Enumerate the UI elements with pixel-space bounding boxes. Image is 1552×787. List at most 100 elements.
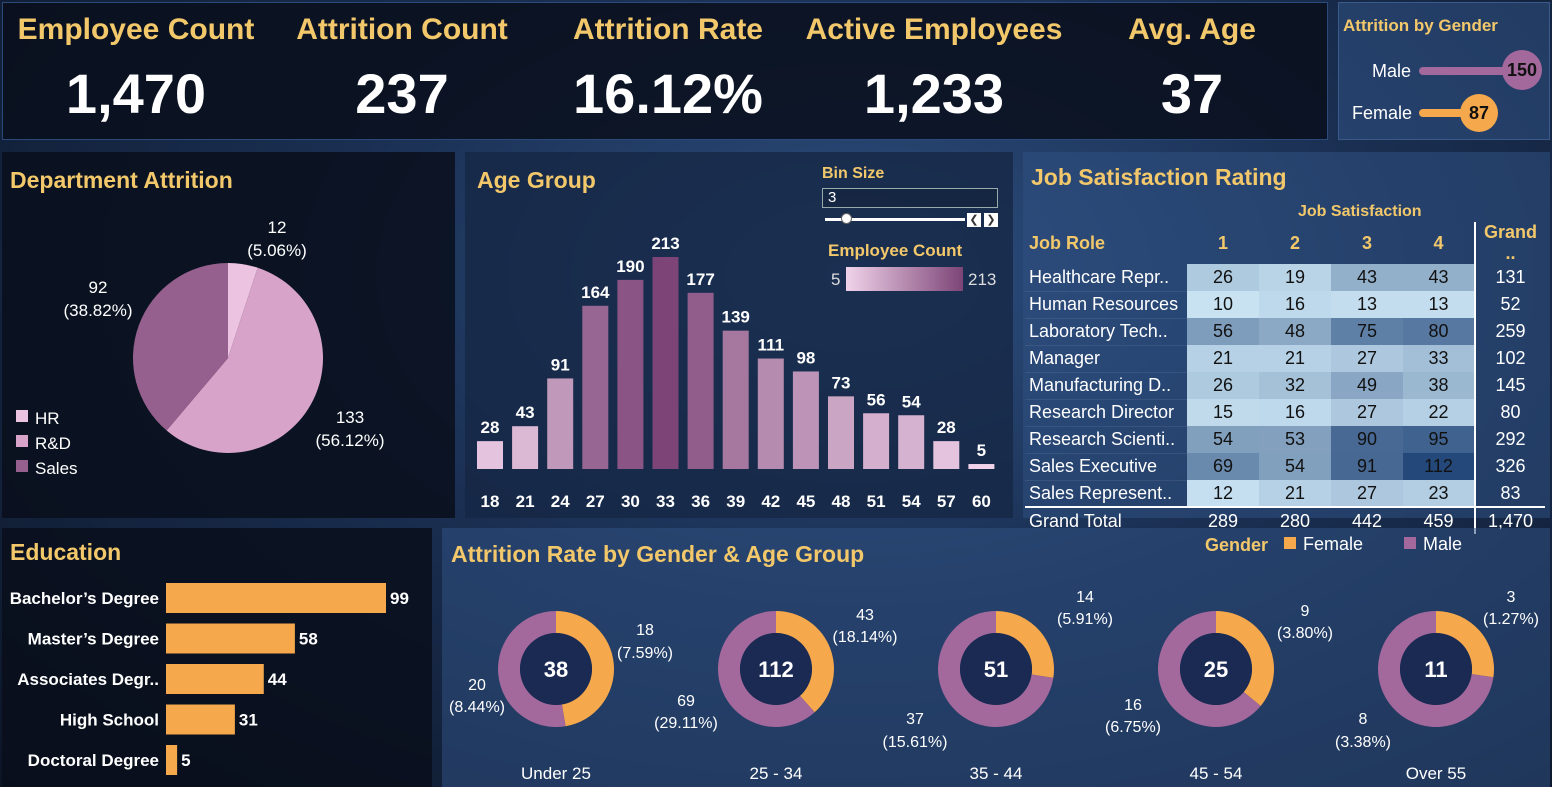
age-tick-label: 24 [551, 492, 570, 511]
kpi-label: Avg. Age [1128, 13, 1256, 46]
age-bar-value: 164 [581, 283, 610, 302]
age-bar-value: 5 [977, 441, 986, 460]
age-bar[interactable] [512, 426, 539, 469]
donut-female-pct: (1.27%) [1483, 611, 1539, 628]
table-row[interactable]: Manager 21 21 27 33 102 [1025, 345, 1545, 373]
education-bar[interactable] [166, 664, 264, 694]
education-category-label: Associates Degr.. [17, 670, 159, 689]
satisfaction-cell: 13 [1403, 291, 1475, 318]
gender-value-male: 150 [1506, 60, 1538, 80]
pie-label-rd-count: 133 [336, 408, 364, 427]
pie-slices [133, 263, 323, 453]
donut-male-count: 20 [468, 677, 486, 694]
satisfaction-cell: 32 [1259, 372, 1331, 399]
age-bar[interactable] [792, 371, 819, 469]
row-grand-total-cell: 52 [1474, 291, 1545, 318]
age-bar[interactable] [722, 330, 749, 469]
age-bar[interactable] [652, 257, 679, 469]
education-category-label: Master’s Degree [28, 630, 159, 649]
gender-label-female: Female [1352, 103, 1413, 123]
education-bar-value: 99 [390, 589, 409, 608]
gender-attrition-panel: Attrition by Gender Male 150 Female 87 [1338, 2, 1550, 140]
donut-female-count: 43 [856, 607, 874, 624]
age-group-label: Under 25 [521, 764, 591, 783]
satisfaction-cell: 22 [1403, 399, 1475, 426]
satisfaction-cell: 21 [1187, 345, 1259, 372]
education-bar[interactable] [166, 745, 178, 775]
age-tick-label: 57 [937, 492, 956, 511]
age-bar[interactable] [547, 378, 574, 469]
table-row[interactable]: Research Scienti.. 54 53 90 95 292 [1025, 426, 1545, 454]
row-grand-total-cell: 145 [1474, 372, 1545, 399]
table-row[interactable]: Healthcare Repr.. 26 19 43 43 131 [1025, 264, 1545, 292]
donut-female-count: 9 [1301, 603, 1310, 620]
job-role-cell: Laboratory Tech.. [1025, 318, 1187, 346]
age-tick-label: 27 [586, 492, 605, 511]
gender-value-female: 87 [1468, 103, 1490, 123]
age-tick-label: 45 [796, 492, 815, 511]
donut-total: 51 [984, 657, 1008, 682]
age-bar[interactable] [898, 415, 925, 469]
satisfaction-cell: 15 [1187, 399, 1259, 426]
donut-female-count: 3 [1507, 589, 1516, 606]
department-pie-chart: 12 (5.06%) 92 (38.82%) 133 (56.12%) HR R… [16, 218, 384, 478]
age-bar[interactable] [828, 396, 854, 469]
satisfaction-cell: 26 [1187, 264, 1259, 291]
age-tick-label: 30 [621, 492, 640, 511]
age-bar[interactable] [617, 279, 644, 469]
donuts: 3818(7.59%)20(8.44%)Under 2511243(18.14%… [449, 589, 1539, 783]
table-row[interactable]: Sales Executive 69 54 91 112 326 [1025, 453, 1545, 481]
donut-female-pct: (3.80%) [1277, 625, 1333, 642]
satisfaction-cell: 16 [1259, 399, 1331, 426]
donut-female-count: 18 [636, 622, 654, 639]
education-bar[interactable] [166, 704, 235, 735]
header-rating-4: 4 [1433, 232, 1444, 253]
table-row[interactable]: Sales Represent.. 12 21 27 23 83 [1025, 480, 1545, 508]
job-role-cell: Sales Executive [1025, 453, 1187, 481]
kpi-attrition-rate: Attrition Rate 16.12% [535, 3, 801, 126]
age-tick-label: 18 [481, 492, 500, 511]
header-rating-1: 1 [1217, 232, 1228, 253]
satisfaction-cell: 26 [1187, 372, 1259, 399]
table-row[interactable]: Manufacturing D.. 26 32 49 38 145 [1025, 372, 1545, 400]
age-bar[interactable] [757, 358, 784, 469]
education-bar[interactable] [166, 623, 295, 654]
donut-total: 25 [1204, 657, 1228, 682]
table-row[interactable]: Human Resources 10 16 13 13 52 [1025, 291, 1545, 319]
age-bar-value: 98 [796, 348, 815, 367]
age-bar[interactable] [582, 305, 609, 469]
satisfaction-cell: 38 [1403, 372, 1475, 399]
satisfaction-cell: 21 [1259, 480, 1331, 507]
legend-swatch-sales [16, 460, 28, 472]
kpi-value: 1,470 [65, 62, 207, 125]
row-grand-total-cell: 83 [1474, 480, 1545, 507]
table-row[interactable]: Research Director 15 16 27 22 80 [1025, 399, 1545, 427]
donut-female-count: 14 [1076, 589, 1094, 606]
age-bar[interactable] [863, 413, 890, 469]
satisfaction-cell: 112 [1403, 453, 1475, 480]
gender-attrition-title: Attrition by Gender [1343, 16, 1498, 35]
row-grand-total-cell: 102 [1474, 345, 1545, 372]
age-tick-label: 60 [972, 492, 991, 511]
age-bar[interactable] [687, 292, 714, 469]
education-bar[interactable] [166, 583, 386, 613]
kpi-panel: Employee Count 1,470 Attrition Count 237… [2, 2, 1328, 140]
legend-label-rd: R&D [35, 434, 71, 453]
satisfaction-cell: 49 [1331, 372, 1403, 399]
job-role-cell: Manufacturing D.. [1025, 372, 1187, 400]
age-bar-value: 111 [758, 336, 785, 355]
age-bar[interactable] [477, 441, 503, 469]
age-bar[interactable] [933, 441, 960, 469]
age-bar[interactable] [968, 464, 995, 469]
kpi-employee-count: Employee Count 1,470 [3, 3, 269, 126]
job-satisfaction-column-group: Job Satisfaction [1298, 203, 1422, 220]
age-bar-value: 56 [867, 390, 886, 409]
job-role-cell: Human Resources [1025, 291, 1187, 319]
job-role-cell: Healthcare Repr.. [1025, 264, 1187, 292]
education-bar-value: 44 [268, 670, 287, 689]
legend-swatch-rd [16, 435, 28, 447]
table-row[interactable]: Laboratory Tech.. 56 48 75 80 259 [1025, 318, 1545, 346]
donut-male-pct: (29.11%) [654, 715, 718, 732]
legend-label-hr: HR [35, 409, 60, 428]
age-bar-value: 139 [722, 308, 750, 327]
